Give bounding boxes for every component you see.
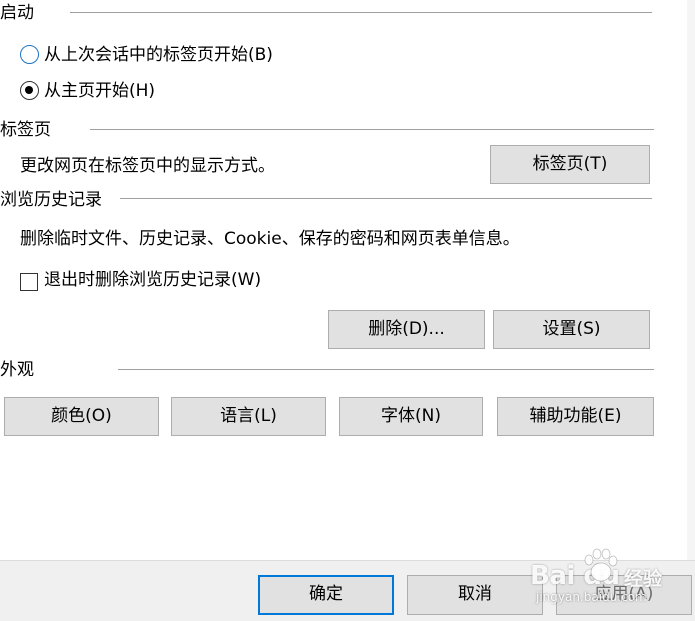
delete-on-exit-checkbox[interactable] — [20, 273, 38, 291]
delete-history-button[interactable]: 删除(D)... — [328, 310, 485, 349]
apply-button[interactable]: 应用(A) — [556, 575, 692, 615]
tabs-description: 更改网页在标签页中的显示方式。 — [20, 156, 275, 176]
history-divider — [120, 198, 652, 199]
history-description: 删除临时文件、历史记录、Cookie、保存的密码和网页表单信息。 — [20, 229, 520, 249]
colors-button[interactable]: 颜色(O) — [4, 397, 159, 436]
radio-selected-dot — [25, 86, 33, 94]
history-section-title: 浏览历史记录 — [0, 190, 102, 210]
radio-start-home-label[interactable]: 从主页开始(H) — [44, 80, 155, 102]
startup-divider — [70, 12, 652, 13]
startup-section-title: 启动 — [0, 3, 34, 23]
history-settings-button[interactable]: 设置(S) — [493, 310, 650, 349]
radio-last-session[interactable] — [20, 45, 39, 64]
appearance-divider — [118, 369, 654, 370]
radio-last-session-label[interactable]: 从上次会话中的标签页开始(B) — [44, 44, 273, 66]
vertical-scrollbar[interactable] — [687, 0, 695, 560]
fonts-button[interactable]: 字体(N) — [339, 397, 483, 436]
cancel-button[interactable]: 取消 — [407, 575, 543, 615]
ok-button[interactable]: 确定 — [258, 575, 394, 615]
appearance-section-title: 外观 — [0, 360, 34, 380]
delete-on-exit-label[interactable]: 退出时删除浏览历史记录(W) — [44, 269, 261, 291]
tabs-button[interactable]: 标签页(T) — [490, 145, 650, 184]
accessibility-button[interactable]: 辅助功能(E) — [497, 397, 654, 436]
languages-button[interactable]: 语言(L) — [171, 397, 326, 436]
tabs-section-title: 标签页 — [0, 120, 51, 140]
radio-start-home[interactable] — [20, 81, 39, 100]
tabs-divider — [90, 129, 654, 130]
